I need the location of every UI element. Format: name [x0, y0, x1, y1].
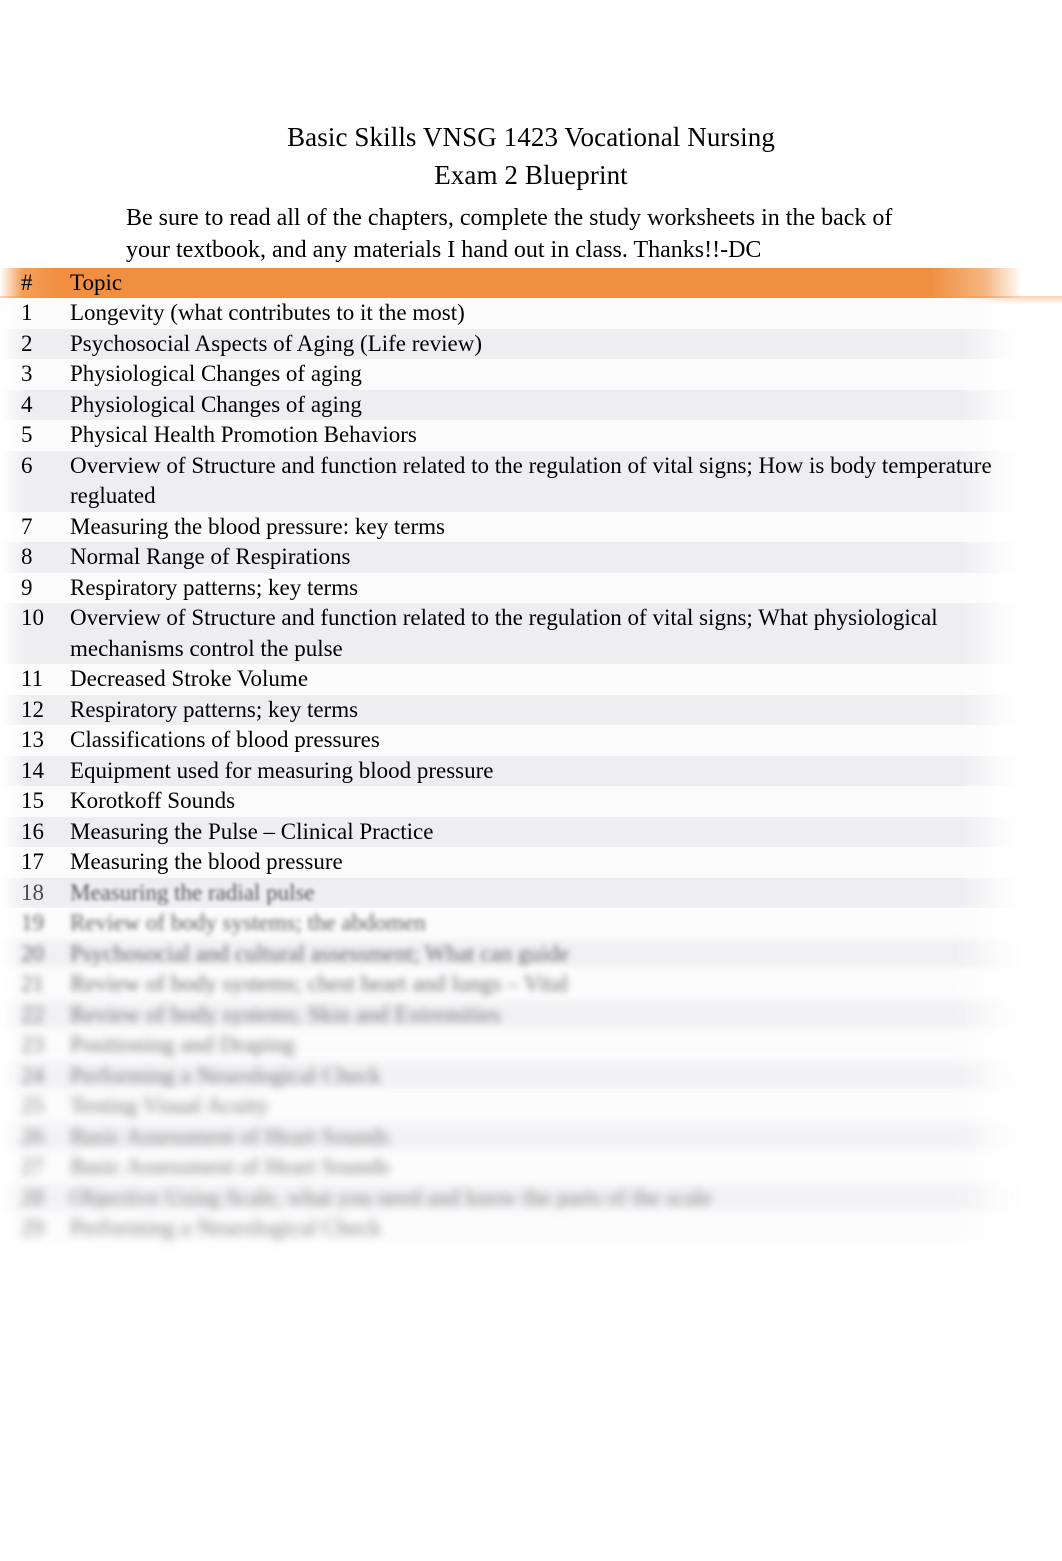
row-number: 15	[21, 788, 44, 813]
table-row: 23 Positioning and Draping	[0, 1030, 1062, 1061]
row-topic: Physical Health Promotion Behaviors	[70, 422, 417, 447]
row-topic: Physiological Changes of aging	[70, 361, 362, 386]
row-number: 22	[21, 1001, 44, 1027]
row-topic: Basic Assessment of Heart Sounds	[70, 1123, 390, 1149]
row-topic: Korotkoff Sounds	[70, 788, 236, 813]
table-row: 14 Equipment used for measuring blood pr…	[0, 755, 1062, 786]
row-topic: Classifications of blood pressures	[70, 727, 380, 752]
row-number: 8	[21, 544, 33, 569]
table-row: 18 Measuring the radial pulse	[0, 877, 1062, 908]
row-number: 11	[21, 666, 44, 691]
column-header-topic: Topic	[70, 270, 123, 295]
table-row: 15 Korotkoff Sounds	[0, 786, 1062, 817]
intro-paragraph: Be sure to read all of the chapters, com…	[126, 202, 926, 266]
row-topic: Equipment used for measuring blood press…	[70, 757, 494, 783]
row-topic: Respiratory patterns; key terms	[70, 696, 359, 722]
table-row: 24 Performing a Neurological Check	[0, 1060, 1062, 1091]
row-topic: Review of body systems; Skin and Extremi…	[70, 1001, 501, 1027]
row-number: 28	[21, 1184, 44, 1210]
row-topic: Longevity (what contributes to it the mo…	[70, 300, 465, 325]
table-row: 22 Review of body systems; Skin and Extr…	[0, 999, 1062, 1030]
row-topic: Performing a Neurological Check	[70, 1215, 382, 1240]
table-header-row: # Topic	[0, 268, 1062, 305]
table-row: 17 Measuring the blood pressure	[0, 847, 1062, 878]
row-topic: Basic Assessment of Heart Sounds	[70, 1154, 390, 1179]
table-bottom-fade	[0, 1244, 1062, 1278]
row-topic: Measuring the blood pressure	[70, 849, 343, 874]
row-topic: Decreased Stroke Volume	[70, 666, 309, 691]
row-topic: Psychosocial and cultural assessment; Wh…	[70, 940, 570, 966]
row-topic: Review of body systems; the abdomen	[70, 910, 426, 935]
table-row: 7 Measuring the blood pressure: key term…	[0, 511, 1062, 542]
table-row: 29 Performing a Neurological Check	[0, 1213, 1062, 1244]
row-number: 3	[21, 361, 33, 386]
row-topic: Review of body systems; chest heart and …	[70, 971, 569, 996]
row-number: 7	[21, 513, 33, 539]
table-row: 9 Respiratory patterns; key terms	[0, 572, 1062, 603]
row-topic: Objective Using Scale, what you need and…	[70, 1184, 712, 1210]
table-row: 3 Physiological Changes of aging	[0, 359, 1062, 390]
row-number: 18	[21, 879, 44, 905]
page-title-line-1: Basic Skills VNSG 1423 Vocational Nursin…	[287, 122, 775, 152]
document-page: Basic Skills VNSG 1423 Vocational Nursin…	[0, 0, 1062, 1561]
row-number: 20	[21, 940, 44, 966]
table-row: 4 Physiological Changes of aging	[0, 389, 1062, 420]
column-header-number: #	[21, 270, 33, 295]
table-row: 1 Longevity (what contributes to it the …	[0, 298, 1062, 329]
row-number: 25	[21, 1093, 44, 1118]
row-topic: Psychosocial Aspects of Aging (Life revi…	[70, 330, 482, 356]
row-topic: Measuring the radial pulse	[70, 879, 315, 905]
row-number: 23	[21, 1032, 44, 1057]
row-number: 1	[21, 300, 33, 325]
table-row: 20 Psychosocial and cultural assessment;…	[0, 938, 1062, 969]
row-topic: Performing a Neurological Check	[70, 1062, 382, 1088]
table-row: 28 Objective Using Scale, what you need …	[0, 1182, 1062, 1213]
blueprint-table: # Topic 1 Longevity (what contributes to…	[0, 268, 1062, 1278]
row-number: 5	[21, 422, 33, 447]
table-row: 19 Review of body systems; the abdomen	[0, 908, 1062, 939]
row-number: 6	[21, 452, 33, 478]
row-number: 29	[21, 1215, 44, 1240]
table-row: 26 Basic Assessment of Heart Sounds	[0, 1121, 1062, 1152]
row-number: 16	[21, 818, 44, 844]
table-row: 13 Classifications of blood pressures	[0, 725, 1062, 756]
table-row: 5 Physical Health Promotion Behaviors	[0, 420, 1062, 451]
intro-line-2: your textbook, and any materials I hand …	[126, 237, 762, 263]
table-row: 11 Decreased Stroke Volume	[0, 664, 1062, 695]
row-number: 2	[21, 330, 33, 356]
intro-line-1: Be sure to read all of the chapters, com…	[126, 205, 893, 231]
row-number: 13	[21, 727, 44, 752]
row-number: 24	[21, 1062, 44, 1088]
table-row: 8 Normal Range of Respirations	[0, 542, 1062, 573]
row-number: 4	[21, 391, 33, 417]
table-row: 21 Review of body systems; chest heart a…	[0, 969, 1062, 1000]
row-number: 17	[21, 849, 44, 874]
table-row: 12 Respiratory patterns; key terms	[0, 694, 1062, 725]
table-row: 2 Psychosocial Aspects of Aging (Life re…	[0, 328, 1062, 359]
row-number: 14	[21, 757, 44, 783]
row-number: 27	[21, 1154, 44, 1179]
row-topic: Normal Range of Respirations	[70, 544, 351, 569]
row-topic: Overview of Structure and function relat…	[70, 452, 992, 509]
row-number: 26	[21, 1123, 44, 1149]
table-row: 6 Overview of Structure and function rel…	[0, 450, 1062, 512]
row-topic: Measuring the Pulse – Clinical Practice	[70, 818, 434, 844]
table-row: 27 Basic Assessment of Heart Sounds	[0, 1152, 1062, 1183]
row-topic: Positioning and Draping	[70, 1032, 295, 1057]
table-row: 25 Testing Visual Acuity	[0, 1091, 1062, 1122]
page-title-line-2: Exam 2 Blueprint	[434, 160, 628, 190]
row-topic: Overview of Structure and function relat…	[70, 605, 938, 661]
title-block: Basic Skills VNSG 1423 Vocational Nursin…	[0, 118, 1062, 194]
row-number: 12	[21, 696, 44, 722]
row-number: 9	[21, 574, 33, 600]
row-number: 19	[21, 910, 44, 935]
row-number: 10	[21, 605, 44, 630]
row-topic: Measuring the blood pressure: key terms	[70, 513, 445, 539]
row-topic: Testing Visual Acuity	[70, 1093, 269, 1118]
row-number: 21	[21, 971, 44, 996]
row-topic: Physiological Changes of aging	[70, 391, 362, 417]
table-row: 10 Overview of Structure and function re…	[0, 603, 1062, 664]
table-row: 16 Measuring the Pulse – Clinical Practi…	[0, 816, 1062, 847]
row-topic: Respiratory patterns; key terms	[70, 574, 359, 600]
